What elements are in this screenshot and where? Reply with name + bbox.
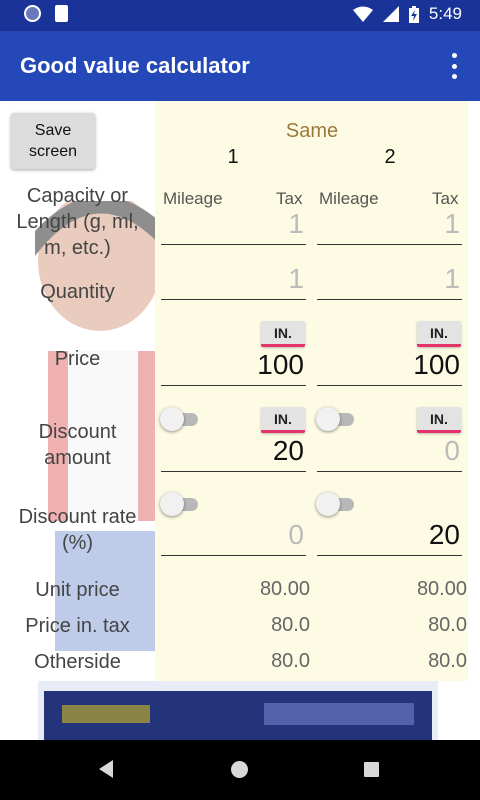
app-bar: Good value calculator (0, 31, 480, 101)
col1-discount-amount-input[interactable]: 20 (161, 432, 306, 472)
col2-discount-rate-input[interactable]: 20 (317, 516, 462, 556)
app-title: Good value calculator (20, 53, 250, 78)
column-1-header: 1 (227, 146, 239, 168)
col1-discount-amount-toggle[interactable] (160, 407, 200, 431)
back-icon[interactable] (99, 760, 113, 778)
col2-discount-tax-included-button[interactable]: IN. (417, 407, 461, 433)
save-screen-button[interactable]: Save screen (11, 113, 95, 169)
calculator-content: Save screen Same 1 2 Capacity or Length … (0, 101, 480, 740)
price-in-tax-label: Price in. tax (25, 615, 130, 637)
capacity-label: Capacity or Length (g, ml, m, etc.) (16, 185, 139, 259)
overflow-menu-icon[interactable] (450, 53, 458, 79)
col1-price-input[interactable]: 100 (161, 346, 306, 386)
col1-quantity-input[interactable]: 1 (161, 260, 306, 300)
col1-capacity-input[interactable]: 1 (161, 205, 306, 245)
ad-banner[interactable] (38, 681, 438, 740)
col2-discount-rate-toggle[interactable] (316, 492, 356, 516)
clock: 5:49 (428, 4, 462, 23)
discount-amount-label: Discount amount (38, 421, 117, 469)
col1-price-in-tax: 80.0 (271, 614, 310, 636)
column-2-header: 2 (384, 146, 396, 168)
col2-price-input[interactable]: 100 (317, 346, 462, 386)
col2-otherside: 80.0 (428, 650, 467, 672)
col2-quantity-input[interactable]: 1 (317, 260, 462, 300)
col2-capacity-input[interactable]: 1 (317, 205, 462, 245)
home-icon[interactable] (231, 761, 248, 778)
price-label: Price (54, 348, 101, 370)
notification-icon (24, 5, 41, 22)
col1-price-tax-included-button[interactable]: IN. (261, 321, 305, 347)
unit-price-label: Unit price (35, 579, 120, 601)
discount-rate-label: Discount rate (%) (18, 506, 137, 554)
signal-icon (382, 6, 399, 22)
col2-discount-amount-input[interactable]: 0 (317, 432, 462, 472)
status-bar: 5:49 (0, 0, 480, 31)
battery-icon (408, 5, 419, 23)
col1-discount-tax-included-button[interactable]: IN. (261, 407, 305, 433)
col1-unit-price: 80.00 (259, 578, 310, 600)
wifi-icon (352, 6, 373, 22)
col1-otherside: 80.0 (271, 650, 310, 672)
recent-apps-icon[interactable] (364, 762, 379, 777)
otherside-label: Otherside (34, 651, 121, 673)
same-label: Same (285, 120, 339, 142)
col2-price-tax-included-button[interactable]: IN. (417, 321, 461, 347)
sd-card-icon (55, 5, 68, 22)
navigation-bar (0, 740, 480, 800)
col2-unit-price: 80.00 (416, 578, 467, 600)
col2-discount-amount-toggle[interactable] (316, 407, 356, 431)
col1-discount-rate-toggle[interactable] (160, 492, 200, 516)
quantity-label: Quantity (40, 281, 115, 303)
col1-discount-rate-input[interactable]: 0 (161, 516, 306, 556)
col2-price-in-tax: 80.0 (428, 614, 467, 636)
